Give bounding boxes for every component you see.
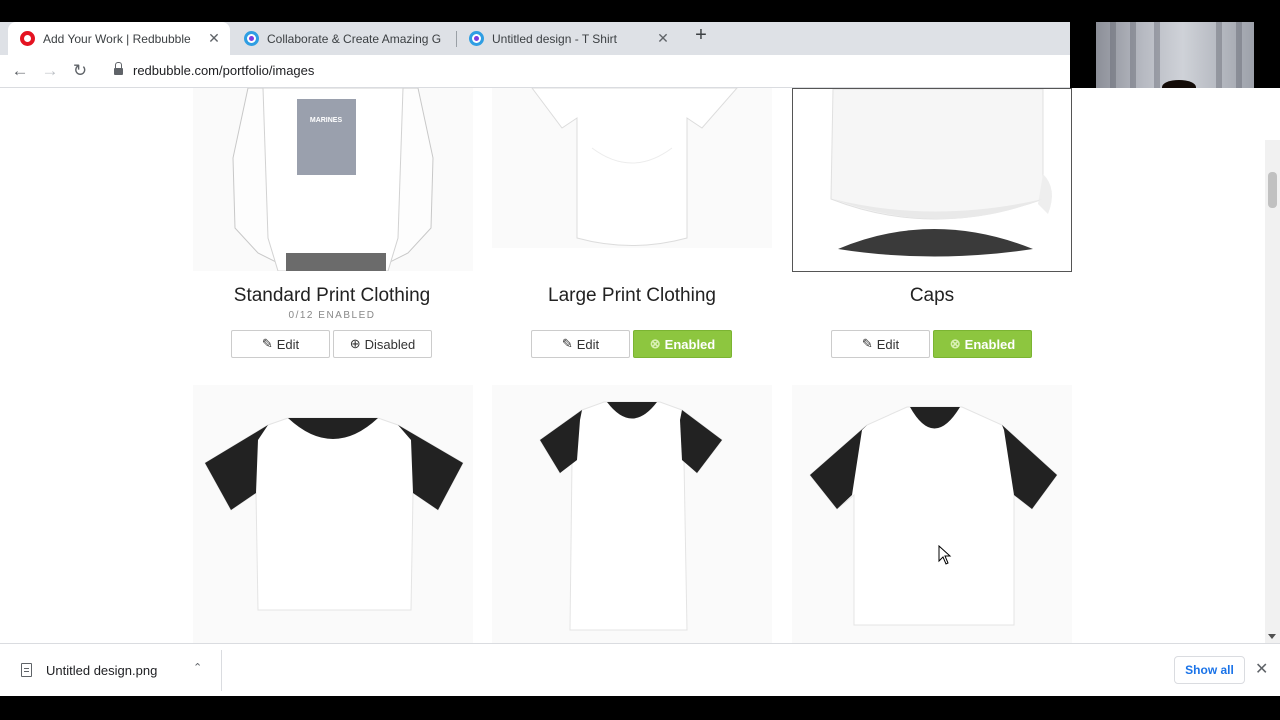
screen: Add Your Work | Redbubble ✕ Collaborate … bbox=[0, 0, 1280, 720]
close-tab-icon[interactable]: ✕ bbox=[204, 30, 224, 47]
edit-icon: ✎ bbox=[261, 336, 273, 351]
tshirt-mockup-icon bbox=[531, 88, 738, 246]
close-download-bar-icon[interactable]: ✕ bbox=[1255, 659, 1268, 679]
tab-canva-collaborate[interactable]: Collaborate & Create Amazing G bbox=[232, 22, 454, 55]
download-bar: Untitled design.png ⌃ Show all ✕ bbox=[0, 643, 1280, 696]
product-title: Large Print Clothing bbox=[548, 285, 716, 306]
enabled-toggle-button[interactable]: ⊗ Enabled bbox=[933, 330, 1032, 358]
product-image-large-print[interactable] bbox=[492, 88, 772, 248]
file-icon bbox=[21, 663, 32, 677]
show-all-button[interactable]: Show all bbox=[1174, 656, 1245, 684]
mouse-cursor-icon bbox=[938, 545, 952, 565]
tshirt-mockup-icon bbox=[809, 406, 1058, 626]
edit-button[interactable]: ✎ Edit bbox=[531, 330, 630, 358]
tab-title: Collaborate & Create Amazing G bbox=[267, 31, 442, 46]
back-button[interactable]: ← bbox=[8, 59, 32, 83]
edit-button[interactable]: ✎ Edit bbox=[231, 330, 330, 358]
product-title: Caps bbox=[909, 285, 955, 306]
reload-button[interactable]: ↻ bbox=[68, 59, 92, 83]
edit-button[interactable]: ✎ Edit bbox=[831, 330, 930, 358]
edit-icon: ✎ bbox=[561, 336, 573, 351]
product-image-caps[interactable] bbox=[792, 88, 1072, 272]
chevron-up-icon[interactable]: ⌃ bbox=[193, 661, 202, 674]
tab-title: Add Your Work | Redbubble bbox=[43, 31, 191, 46]
enabled-toggle-button[interactable]: ⊗ Enabled bbox=[633, 330, 732, 358]
page-content: MARINES Standard Print Clothing 0/12 ENA… bbox=[0, 88, 1280, 643]
product-image-graphic-tee-3[interactable] bbox=[792, 385, 1072, 643]
edit-icon: ✎ bbox=[861, 336, 873, 351]
new-tab-button[interactable]: + bbox=[690, 24, 712, 46]
redbubble-favicon-icon bbox=[20, 31, 35, 46]
canva-favicon-icon bbox=[244, 31, 259, 46]
product-image-graphic-tee-2[interactable] bbox=[492, 385, 772, 643]
product-image-graphic-tee-1[interactable] bbox=[193, 385, 473, 643]
x-circle-icon: ⊗ bbox=[649, 336, 661, 351]
product-title: Standard Print Clothing bbox=[233, 285, 431, 306]
tshirt-mockup-icon: MARINES bbox=[232, 88, 434, 271]
plus-circle-icon: ⊕ bbox=[349, 336, 361, 351]
tshirt-mockup-icon bbox=[539, 401, 723, 631]
lock-icon[interactable] bbox=[114, 62, 123, 76]
disabled-toggle-button[interactable]: ⊕ Disabled bbox=[333, 330, 432, 358]
scroll-down-arrow-icon[interactable] bbox=[1268, 634, 1276, 639]
page-scrollbar[interactable] bbox=[1265, 140, 1280, 643]
x-circle-icon: ⊗ bbox=[949, 336, 961, 351]
product-enabled-count: 0/12 ENABLED bbox=[288, 310, 376, 321]
scrollbar-thumb[interactable] bbox=[1268, 172, 1277, 208]
product-image-standard-print[interactable]: MARINES bbox=[193, 88, 473, 271]
tshirt-mockup-icon bbox=[204, 417, 464, 611]
address-bar[interactable]: redbubble.com/portfolio/images bbox=[133, 63, 314, 78]
cap-mockup-icon bbox=[830, 89, 1052, 257]
tab-strip: Add Your Work | Redbubble ✕ Collaborate … bbox=[0, 22, 1070, 55]
tab-canva-untitled[interactable]: Untitled design - T Shirt ✕ bbox=[457, 22, 679, 55]
svg-text:MARINES: MARINES bbox=[310, 117, 343, 124]
tab-redbubble[interactable]: Add Your Work | Redbubble ✕ bbox=[8, 22, 230, 55]
divider bbox=[221, 650, 222, 691]
tab-title: Untitled design - T Shirt bbox=[492, 31, 617, 46]
download-file-name[interactable]: Untitled design.png bbox=[46, 663, 157, 678]
forward-button[interactable]: → bbox=[38, 59, 62, 83]
close-tab-icon[interactable]: ✕ bbox=[653, 30, 673, 47]
browser-toolbar: ← → ↻ redbubble.com/portfolio/images bbox=[0, 55, 1070, 88]
canva-favicon-icon bbox=[469, 31, 484, 46]
